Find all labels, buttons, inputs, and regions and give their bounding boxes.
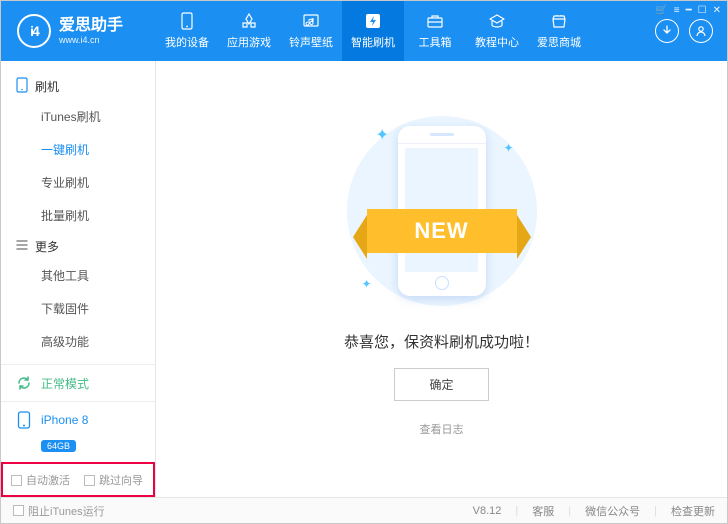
skip-wizard-checkbox[interactable]: 跳过向导 [84, 472, 143, 488]
sidebar-list: 刷机 iTunes刷机一键刷机专业刷机批量刷机更多其他工具下载固件高级功能 [1, 61, 155, 364]
logo-area: i4 爱思助手 www.i4.cn [1, 14, 156, 48]
school-icon [487, 12, 507, 30]
checkbox-icon [13, 505, 24, 516]
toolbox-icon [425, 12, 445, 30]
sidebar-group-header[interactable]: 刷机 [1, 71, 155, 100]
phone-icon [177, 12, 197, 30]
header-right-icons [655, 19, 727, 43]
auto-activate-label: 自动激活 [26, 472, 70, 488]
app-subtitle: www.i4.cn [59, 35, 123, 46]
refresh-icon [15, 374, 33, 392]
sidebar-item[interactable]: iTunes刷机 [1, 100, 155, 133]
maximize-icon[interactable]: ☐ [698, 5, 707, 16]
sidebar-group-header[interactable]: 更多 [1, 232, 155, 259]
device-name: iPhone 8 [41, 413, 88, 427]
device-block[interactable]: iPhone 8 64GB [1, 401, 155, 462]
sidebar-group-title: 刷机 [35, 78, 59, 95]
user-icon[interactable] [689, 19, 713, 43]
sidebar-item[interactable]: 高级功能 [1, 325, 155, 358]
view-log-link[interactable]: 查看日志 [420, 421, 464, 437]
music-icon [301, 12, 321, 30]
nav-tab-label: 应用游戏 [227, 34, 271, 50]
sidebar-item[interactable]: 专业刷机 [1, 166, 155, 199]
list-icon [15, 238, 29, 255]
sidebar-item[interactable]: 批量刷机 [1, 199, 155, 232]
wechat-link[interactable]: 微信公众号 [585, 503, 640, 519]
success-message: 恭喜您，保资料刷机成功啦！ [344, 331, 539, 352]
app-title: 爱思助手 [59, 17, 123, 35]
nav-tab-label: 教程中心 [475, 34, 519, 50]
nav-tab-toolbox[interactable]: 工具箱 [404, 1, 466, 61]
success-illustration: ✦ ✦ ✦ NEW [342, 111, 542, 311]
cart-icon[interactable]: 🛒 [655, 5, 667, 16]
sidebar-group-title: 更多 [35, 238, 59, 255]
storage-badge: 64GB [41, 440, 76, 452]
support-link[interactable]: 客服 [532, 503, 554, 519]
block-itunes-label: 阻止iTunes运行 [28, 503, 105, 519]
minimize-icon[interactable]: ━ [686, 5, 692, 16]
shop-icon [549, 12, 569, 30]
sidebar-item[interactable]: 其他工具 [1, 259, 155, 292]
auto-activate-checkbox[interactable]: 自动激活 [11, 472, 70, 488]
ok-button[interactable]: 确定 [394, 368, 488, 401]
nav-tab-school[interactable]: 教程中心 [466, 1, 528, 61]
nav-tabs: 我的设备 应用游戏 铃声壁纸 智能刷机 工具箱 教程中心 爱思商城 [156, 1, 655, 61]
close-icon[interactable]: ✕ [713, 5, 721, 16]
nav-tab-label: 工具箱 [419, 34, 452, 50]
nav-tab-label: 爱思商城 [537, 34, 581, 50]
device-icon [15, 411, 33, 429]
body: 刷机 iTunes刷机一键刷机专业刷机批量刷机更多其他工具下载固件高级功能 正常模… [1, 61, 727, 497]
logo-icon: i4 [17, 14, 51, 48]
sidebar: 刷机 iTunes刷机一键刷机专业刷机批量刷机更多其他工具下载固件高级功能 正常模… [1, 61, 156, 497]
nav-tab-shop[interactable]: 爱思商城 [528, 1, 590, 61]
menu-icon[interactable]: ≡ [674, 5, 680, 16]
window-controls: 🛒 ≡ ━ ☐ ✕ [655, 5, 721, 16]
nav-tab-music[interactable]: 铃声壁纸 [280, 1, 342, 61]
sidebar-item[interactable]: 下载固件 [1, 292, 155, 325]
device-icon [15, 77, 29, 96]
skip-wizard-label: 跳过向导 [99, 472, 143, 488]
download-icon[interactable] [655, 19, 679, 43]
app-window: 🛒 ≡ ━ ☐ ✕ i4 爱思助手 www.i4.cn 我的设备 应用游戏 铃声壁纸… [0, 0, 728, 524]
checkbox-icon [11, 475, 22, 486]
nav-tab-label: 智能刷机 [351, 34, 395, 50]
new-ribbon: NEW [367, 209, 517, 253]
footer: 阻止iTunes运行 V8.12 | 客服 | 微信公众号 | 检查更新 [1, 497, 727, 523]
main-content: ✦ ✦ ✦ NEW 恭喜您，保资料刷机成功啦！ 确定 查看日志 [156, 61, 727, 497]
device-mode-block[interactable]: 正常模式 [1, 364, 155, 401]
nav-tab-label: 我的设备 [165, 34, 209, 50]
apps-icon [239, 12, 259, 30]
nav-tab-apps[interactable]: 应用游戏 [218, 1, 280, 61]
nav-tab-flash[interactable]: 智能刷机 [342, 1, 404, 61]
checkbox-icon [84, 475, 95, 486]
nav-tab-phone[interactable]: 我的设备 [156, 1, 218, 61]
sidebar-options-row: 自动激活 跳过向导 [1, 462, 155, 497]
nav-tab-label: 铃声壁纸 [289, 34, 333, 50]
header: 🛒 ≡ ━ ☐ ✕ i4 爱思助手 www.i4.cn 我的设备 应用游戏 铃声壁纸… [1, 1, 727, 61]
flash-icon [363, 12, 383, 30]
device-mode-label: 正常模式 [41, 375, 89, 392]
check-update-link[interactable]: 检查更新 [671, 503, 715, 519]
version-label: V8.12 [473, 505, 502, 517]
block-itunes-checkbox[interactable]: 阻止iTunes运行 [13, 503, 105, 519]
sidebar-item[interactable]: 一键刷机 [1, 133, 155, 166]
